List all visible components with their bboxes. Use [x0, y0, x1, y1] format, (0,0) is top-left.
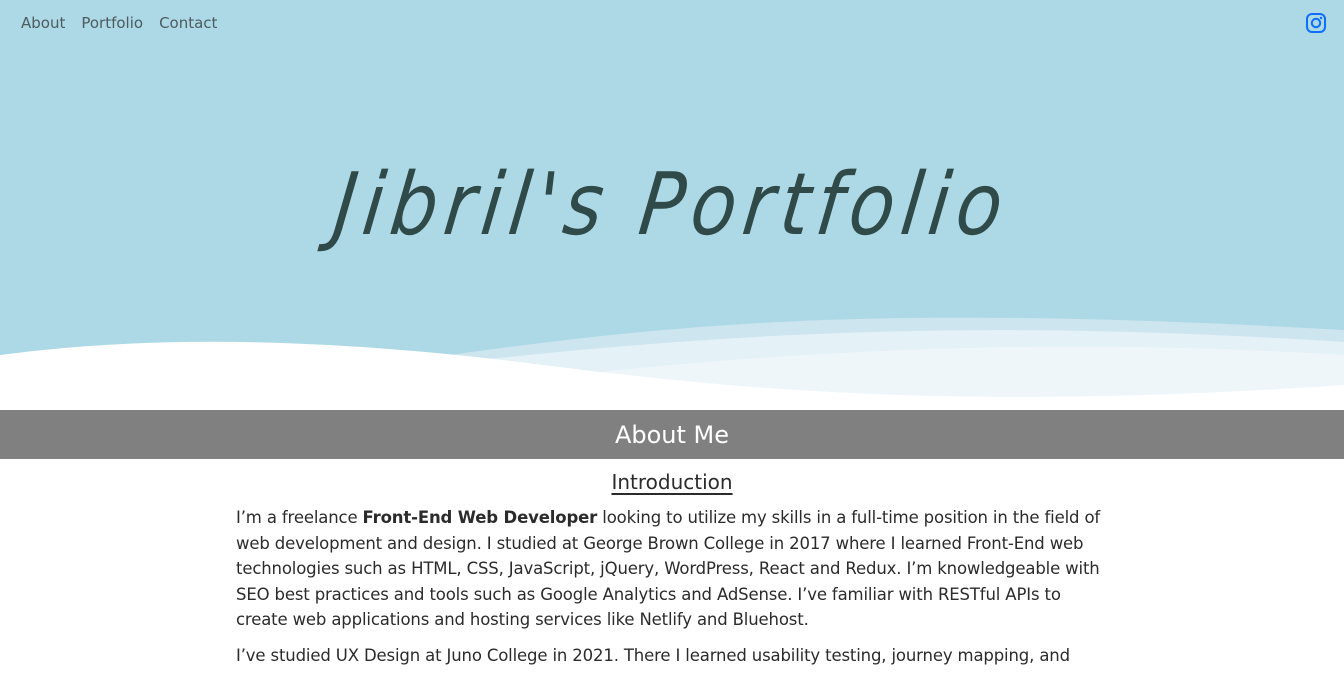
page-title: Jibril's Portfolio	[328, 154, 1016, 255]
ux-paragraph: I’ve studied UX Design at Juno College i…	[236, 645, 1070, 665]
nav-link-contact[interactable]: Contact	[159, 13, 217, 34]
nav-link-portfolio[interactable]: Portfolio	[81, 13, 143, 34]
instagram-icon[interactable]	[1305, 12, 1327, 34]
hero-header: About Portfolio Contact Jibril's Portfol…	[0, 0, 1344, 410]
section-title: About Me	[614, 420, 730, 449]
nav-link-about[interactable]: About	[21, 13, 65, 34]
role-highlight: Front-End Web Developer	[362, 508, 598, 527]
introduction-heading: Introduction	[611, 470, 733, 494]
about-section-bar: About Me	[0, 410, 1344, 459]
intro-paragraph: I’m a freelance Front-End Web Developer …	[236, 505, 1108, 633]
about-content: Introduction I’m a freelance Front-End W…	[236, 468, 1108, 678]
intro-text-start: I’m a freelance	[236, 508, 363, 527]
main-nav: About Portfolio Contact	[21, 13, 217, 34]
